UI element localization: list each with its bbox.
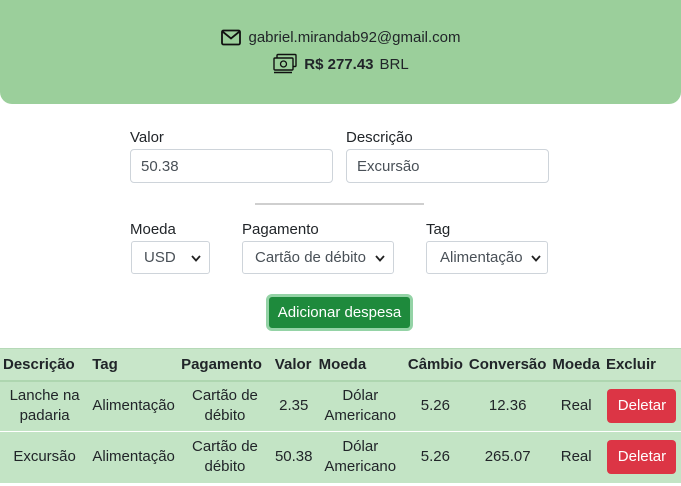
total-row: R$ 277.43 BRL	[0, 52, 681, 76]
cell-conversao: 12.36	[488, 397, 527, 415]
valor-input[interactable]: 50.38	[130, 149, 333, 183]
cell-valor: 50.38	[274, 448, 313, 466]
descricao-input[interactable]: Excursão	[346, 149, 549, 183]
descricao-input-value: Excursão	[357, 157, 420, 175]
header-excluir: Excluir	[602, 348, 681, 382]
pagamento-select-value: Cartão de débito	[255, 249, 366, 266]
header-valor: Valor	[271, 348, 316, 382]
table-row: Excursão Alimentação Cartão de débito 50…	[0, 431, 681, 483]
header: gabriel.mirandab92@gmail.com R$ 277.43 B…	[0, 0, 681, 104]
tag-select[interactable]: Alimentação	[426, 241, 548, 274]
chevron-down-icon	[375, 249, 385, 266]
header-tag: Tag	[89, 348, 179, 382]
expenses-table: Descrição Tag Pagamento Valor Moeda Câmb…	[0, 348, 681, 483]
moeda-select[interactable]: USD	[131, 241, 210, 274]
cell-descricao: Excursão	[13, 448, 76, 466]
tag-label: Tag	[426, 221, 451, 238]
cell-tag: Alimentação	[92, 448, 175, 466]
total-currency: BRL	[379, 55, 409, 73]
valor-label: Valor	[130, 129, 164, 146]
table-header-row: Descrição Tag Pagamento Valor Moeda Câmb…	[0, 348, 681, 382]
header-descricao: Descrição	[0, 348, 90, 382]
descricao-label: Descrição	[346, 129, 413, 146]
user-email: gabriel.mirandab92@gmail.com	[248, 28, 461, 46]
header-pagamento: Pagamento	[178, 348, 272, 382]
cell-conversao: 265.07	[484, 448, 531, 466]
divider	[255, 203, 424, 205]
cell-pagamento: Cartão de débito	[192, 438, 258, 476]
cell-descricao: Lanche na padaria	[9, 387, 80, 425]
pagamento-label: Pagamento	[242, 221, 319, 238]
envelope-icon	[220, 29, 241, 46]
cell-tag: Alimentação	[92, 397, 175, 415]
tag-select-value: Alimentação	[440, 249, 523, 266]
header-conversao: Conversão	[465, 348, 550, 382]
valor-input-value: 50.38	[141, 157, 179, 175]
cell-excluir: Deletar	[603, 432, 681, 483]
cell-cambio: 5.26	[420, 397, 450, 415]
add-expense-button[interactable]: Adicionar despesa	[266, 294, 413, 331]
chevron-down-icon	[531, 249, 541, 266]
cell-moeda-conversao: Real	[560, 397, 592, 415]
cell-moeda-conversao: Real	[560, 448, 592, 466]
delete-button[interactable]: Deletar	[607, 440, 677, 475]
header-cambio: Câmbio	[404, 348, 466, 382]
cell-cambio: 5.26	[420, 448, 450, 466]
email-row: gabriel.mirandab92@gmail.com	[0, 26, 681, 48]
pagamento-select[interactable]: Cartão de débito	[242, 241, 394, 274]
moeda-select-value: USD	[144, 249, 176, 266]
cell-moeda: Dólar Americano	[324, 438, 397, 476]
cell-excluir: Deletar	[603, 381, 681, 432]
delete-button[interactable]: Deletar	[607, 389, 677, 424]
header-moeda: Moeda	[315, 348, 405, 382]
table-row: Lanche na padaria Alimentação Cartão de …	[0, 380, 681, 432]
cell-valor: 2.35	[279, 397, 309, 415]
chevron-down-icon	[191, 249, 201, 266]
header-moeda-conversao: Moeda	[549, 348, 603, 382]
cell-moeda: Dólar Americano	[324, 387, 397, 425]
money-bills-icon	[272, 53, 298, 75]
moeda-label: Moeda	[130, 221, 176, 238]
total-value: R$ 277.43	[304, 55, 374, 73]
cell-pagamento: Cartão de débito	[192, 387, 258, 425]
